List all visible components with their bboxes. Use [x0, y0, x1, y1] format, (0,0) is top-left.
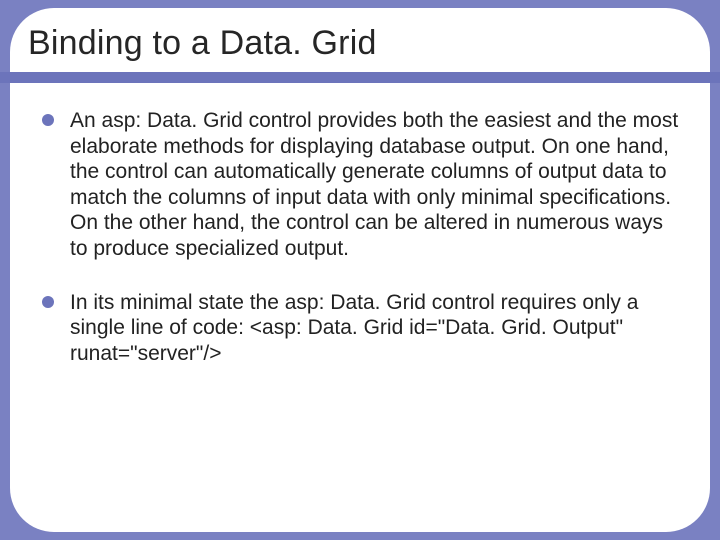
slide-title: Binding to a Data. Grid: [28, 24, 377, 63]
list-item: An asp: Data. Grid control provides both…: [42, 108, 682, 262]
bullet-text: An asp: Data. Grid control provides both…: [70, 108, 682, 262]
bullet-text: In its minimal state the asp: Data. Grid…: [70, 290, 682, 367]
bullet-icon: [42, 296, 54, 308]
title-underline-bar: [0, 72, 720, 83]
slide-body: An asp: Data. Grid control provides both…: [42, 108, 682, 394]
bullet-icon: [42, 114, 54, 126]
list-item: In its minimal state the asp: Data. Grid…: [42, 290, 682, 367]
